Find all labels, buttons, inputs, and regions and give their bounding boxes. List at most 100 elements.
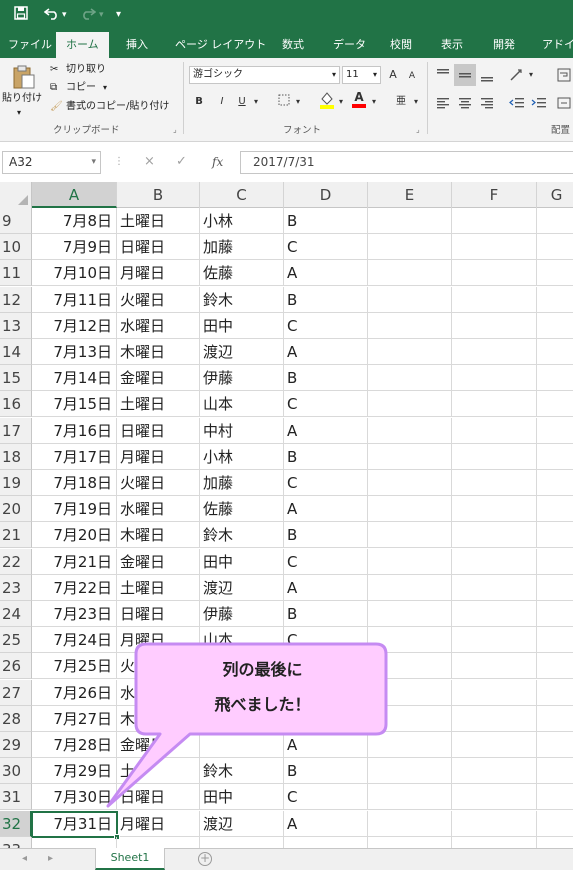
cell-e[interactable] <box>368 312 452 339</box>
cell-e[interactable] <box>368 496 452 523</box>
column-header-g[interactable]: G <box>537 182 573 208</box>
paste-icon[interactable] <box>8 64 38 90</box>
cell-b[interactable]: 火曜日 <box>117 470 200 496</box>
cell-d[interactable]: B <box>284 601 368 627</box>
cell-g[interactable] <box>537 784 573 811</box>
cell-d[interactable]: C <box>284 470 368 496</box>
cell-d[interactable]: B <box>284 443 368 470</box>
row-header[interactable]: 30 <box>0 758 32 785</box>
cell-b[interactable]: 金曜日 <box>117 365 200 392</box>
cell-e[interactable] <box>368 732 452 758</box>
select-all-button[interactable] <box>0 182 32 208</box>
bold-button[interactable]: B <box>192 94 206 110</box>
italic-button[interactable]: I <box>215 94 229 110</box>
cell-d[interactable]: B <box>284 522 368 549</box>
tab-file[interactable]: ファイル <box>8 36 52 54</box>
row-header[interactable]: 18 <box>0 443 32 470</box>
cell-g[interactable] <box>537 549 573 575</box>
cell-b[interactable]: 日曜日 <box>117 417 200 444</box>
cell-b[interactable]: 日曜日 <box>117 601 200 627</box>
cell-a[interactable]: 7月25日 <box>32 653 117 680</box>
cell-e[interactable] <box>368 260 452 287</box>
cell-g[interactable] <box>537 811 573 837</box>
cell-g[interactable] <box>537 653 573 680</box>
font-size-select[interactable]: 11 ▾ <box>342 66 381 84</box>
column-header-b[interactable]: B <box>117 182 200 208</box>
cell-e[interactable] <box>368 548 452 575</box>
cell-b[interactable]: 火曜日 <box>117 286 200 313</box>
cell-e[interactable] <box>368 522 452 549</box>
row-header[interactable]: 22 <box>0 548 32 575</box>
cell-g[interactable] <box>537 522 573 549</box>
cell-a[interactable]: 7月31日 <box>32 810 117 837</box>
undo-dropdown-icon[interactable]: ▾ <box>62 6 67 24</box>
cell-c[interactable]: 渡辺 <box>200 810 284 837</box>
cell-c[interactable] <box>200 836 284 848</box>
tab-page-layout[interactable]: ページ レイアウト <box>175 36 266 54</box>
cut-icon[interactable]: ✂ <box>50 63 58 77</box>
decrease-indent-icon[interactable] <box>508 96 526 110</box>
cell-g[interactable] <box>537 575 573 601</box>
cell-d[interactable]: C <box>284 784 368 811</box>
cell-g[interactable] <box>537 208 573 234</box>
cell-f[interactable] <box>452 312 537 339</box>
row-header[interactable]: 33 <box>0 836 32 848</box>
cell-c[interactable]: 伊藤 <box>200 601 284 627</box>
row-header[interactable]: 21 <box>0 522 32 549</box>
cell-g[interactable] <box>537 260 573 287</box>
cell-d[interactable]: C <box>284 391 368 418</box>
underline-button[interactable]: U <box>235 94 249 110</box>
cell-f[interactable] <box>452 679 537 706</box>
cell-d[interactable]: A <box>284 496 368 523</box>
cell-c[interactable]: 山本 <box>200 391 284 418</box>
cell-e[interactable] <box>368 208 452 234</box>
cell-e[interactable] <box>368 627 452 654</box>
row-header[interactable]: 16 <box>0 391 32 418</box>
align-right-icon[interactable] <box>478 96 496 110</box>
save-icon[interactable] <box>14 6 28 25</box>
align-middle-icon[interactable] <box>454 64 476 86</box>
row-header[interactable]: 13 <box>0 312 32 339</box>
font-color-icon[interactable]: A <box>350 90 368 108</box>
cell-c[interactable]: 鈴木 <box>200 758 284 785</box>
cell-a[interactable]: 7月15日 <box>32 391 117 418</box>
format-painter-button[interactable]: 書式のコピー/貼り付け <box>66 100 169 114</box>
cell-f[interactable] <box>452 339 537 365</box>
cell-a[interactable]: 7月12日 <box>32 312 117 339</box>
cell-f[interactable] <box>452 548 537 575</box>
cell-b[interactable]: 月曜日 <box>117 810 200 837</box>
cell-f[interactable] <box>452 836 537 848</box>
font-color-dropdown-icon[interactable]: ▾ <box>370 94 378 110</box>
cell-c[interactable]: 小林 <box>200 443 284 470</box>
cell-a[interactable]: 7月24日 <box>32 627 117 654</box>
cell-a[interactable]: 7月30日 <box>32 784 117 811</box>
wrap-text-icon[interactable] <box>556 68 572 82</box>
cell-g[interactable] <box>537 287 573 313</box>
cell-f[interactable] <box>452 234 537 261</box>
row-header[interactable]: 32 <box>0 810 32 837</box>
cell-f[interactable] <box>452 627 537 654</box>
cell-f[interactable] <box>452 260 537 287</box>
column-header-c[interactable]: C <box>200 182 284 208</box>
column-header-f[interactable]: F <box>452 182 537 208</box>
cell-b[interactable]: 日曜日 <box>117 234 200 261</box>
cell-f[interactable] <box>452 810 537 837</box>
cell-a[interactable]: 7月17日 <box>32 443 117 470</box>
cell-b[interactable]: 月曜日 <box>117 627 200 654</box>
copy-button[interactable]: コピー <box>66 81 96 95</box>
cell-e[interactable] <box>368 234 452 261</box>
cell-d[interactable]: B <box>284 758 368 785</box>
cell-a[interactable]: 7月14日 <box>32 365 117 392</box>
cell-b[interactable] <box>117 836 200 848</box>
cell-a[interactable]: 7月22日 <box>32 574 117 601</box>
copy-dropdown-icon[interactable]: ▾ <box>103 81 107 95</box>
column-header-e[interactable]: E <box>368 182 452 208</box>
redo-dropdown-icon[interactable]: ▾ <box>99 6 104 24</box>
cell-f[interactable] <box>452 574 537 601</box>
cell-a[interactable]: 7月11日 <box>32 286 117 313</box>
cell-c[interactable]: 渡辺 <box>200 574 284 601</box>
cell-a[interactable]: 7月23日 <box>32 601 117 627</box>
cell-b[interactable]: 水曜日 <box>117 496 200 523</box>
cell-c[interactable]: 田中 <box>200 312 284 339</box>
border-dropdown-icon[interactable]: ▾ <box>294 94 302 110</box>
